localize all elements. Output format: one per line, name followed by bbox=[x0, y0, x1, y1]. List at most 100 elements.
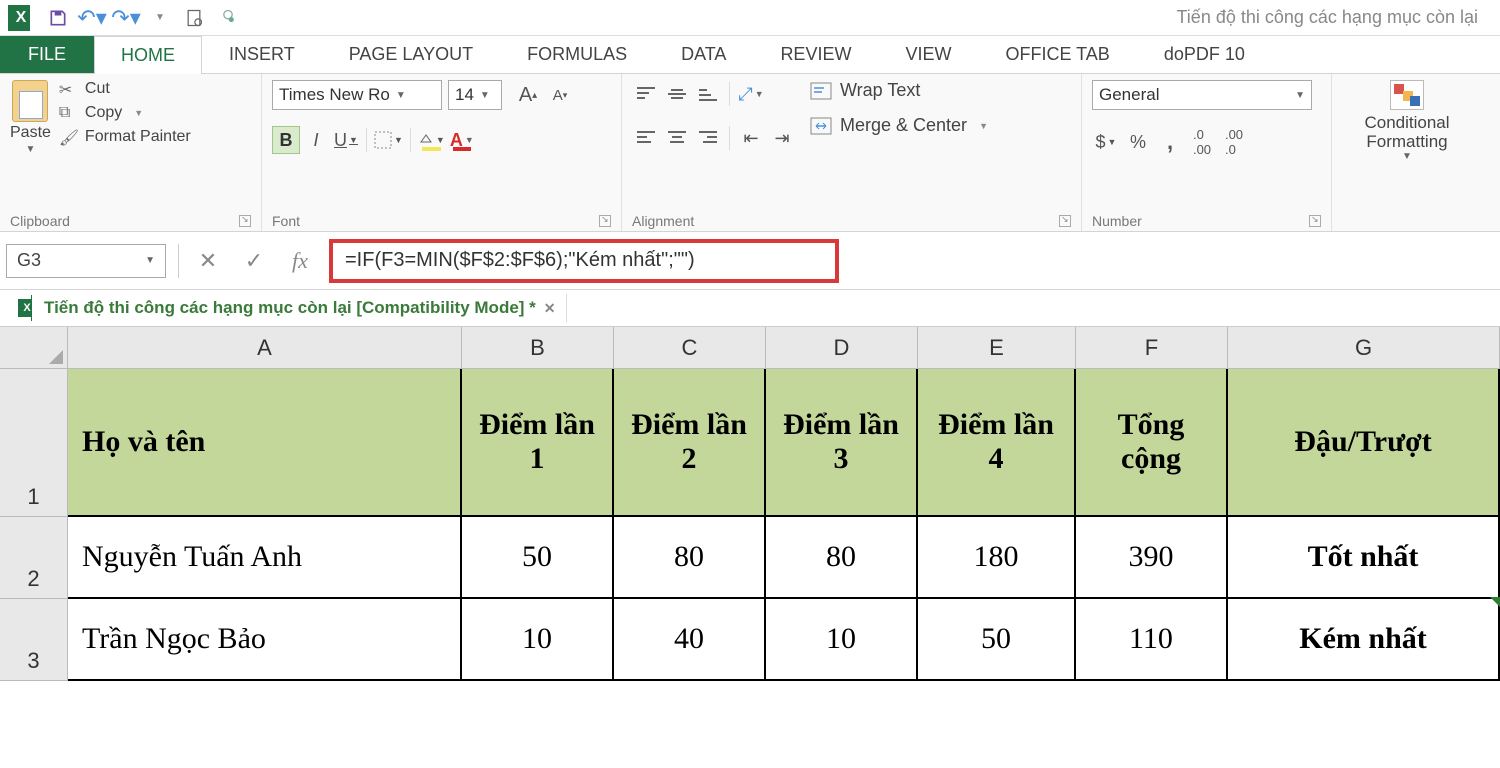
decrease-decimal-button[interactable]: .00.0 bbox=[1220, 128, 1248, 156]
save-icon[interactable] bbox=[48, 8, 68, 28]
cell-E1[interactable]: Điểm lần 4 bbox=[918, 369, 1076, 517]
cell-B1[interactable]: Điểm lần 1 bbox=[462, 369, 614, 517]
align-middle-button[interactable] bbox=[663, 80, 691, 108]
increase-indent-button[interactable]: ⇥ bbox=[768, 124, 796, 152]
format-painter-button[interactable]: 🖌Format Painter bbox=[59, 128, 191, 146]
number-dialog-launcher[interactable] bbox=[1309, 215, 1321, 227]
enter-formula-button[interactable]: ✓ bbox=[237, 244, 271, 278]
decrease-indent-button[interactable]: ⇤ bbox=[737, 124, 765, 152]
number-format-value: General bbox=[1099, 85, 1159, 105]
cell-D2[interactable]: 80 bbox=[766, 517, 918, 599]
merge-center-button[interactable]: Merge & Center▼ bbox=[810, 115, 988, 136]
cell-B2[interactable]: 50 bbox=[462, 517, 614, 599]
align-left-button[interactable] bbox=[632, 124, 660, 152]
col-header-G[interactable]: G bbox=[1228, 327, 1500, 369]
increase-font-button[interactable]: A▴ bbox=[514, 81, 542, 109]
row-header-1[interactable]: 1 bbox=[0, 369, 68, 517]
touch-mode-icon[interactable] bbox=[218, 8, 238, 28]
cell-E3[interactable]: 50 bbox=[918, 599, 1076, 681]
cell-F2[interactable]: 390 bbox=[1076, 517, 1228, 599]
clipboard-dialog-launcher[interactable] bbox=[239, 215, 251, 227]
tab-insert[interactable]: INSERT bbox=[202, 35, 322, 73]
formula-input[interactable]: =IF(F3=MIN($F$2:$F$6);"Kém nhất";"") bbox=[329, 239, 839, 283]
row-header-2[interactable]: 2 bbox=[0, 517, 68, 599]
bold-button[interactable]: B bbox=[272, 126, 300, 154]
tab-view[interactable]: VIEW bbox=[878, 35, 978, 73]
tab-dopdf[interactable]: doPDF 10 bbox=[1137, 35, 1272, 73]
workbook-tab-active[interactable]: X Tiến độ thi công các hạng mục còn lại … bbox=[8, 294, 567, 322]
col-header-F[interactable]: F bbox=[1076, 327, 1228, 369]
col-header-E[interactable]: E bbox=[918, 327, 1076, 369]
print-preview-icon[interactable] bbox=[184, 8, 204, 28]
tab-office-tab[interactable]: OFFICE TAB bbox=[978, 35, 1136, 73]
cell-C1[interactable]: Điểm lần 2 bbox=[614, 369, 766, 517]
name-box-value: G3 bbox=[17, 250, 41, 271]
cell-G1[interactable]: Đậu/Trượt bbox=[1228, 369, 1500, 517]
copy-button[interactable]: ⧉Copy▼ bbox=[59, 104, 191, 122]
align-center-button[interactable] bbox=[663, 124, 691, 152]
italic-button[interactable]: I bbox=[302, 126, 330, 154]
orientation-button[interactable]: ⤢▼ bbox=[737, 80, 765, 108]
underline-button[interactable]: U▼ bbox=[332, 126, 360, 154]
cell-C2[interactable]: 80 bbox=[614, 517, 766, 599]
borders-button[interactable]: ▼ bbox=[373, 126, 404, 154]
cell-A1[interactable]: Họ và tên bbox=[68, 369, 462, 517]
tab-formulas[interactable]: FORMULAS bbox=[500, 35, 654, 73]
cancel-formula-button[interactable]: ✕ bbox=[191, 244, 225, 278]
alignment-dialog-launcher[interactable] bbox=[1059, 215, 1071, 227]
cell-A3[interactable]: Trần Ngọc Bảo bbox=[68, 599, 462, 681]
group-font: Times New Ro▼ 14▼ A▴ A▾ B I U▼ ▼ ▼ A▼ Fo… bbox=[262, 74, 622, 231]
paste-button[interactable]: Paste ▼ bbox=[10, 80, 51, 155]
name-box[interactable]: G3▼ bbox=[6, 244, 166, 278]
select-all-corner[interactable] bbox=[0, 327, 68, 369]
cell-B3[interactable]: 10 bbox=[462, 599, 614, 681]
percent-button[interactable]: % bbox=[1124, 128, 1152, 156]
formula-text: =IF(F3=MIN($F$2:$F$6);"Kém nhất";"") bbox=[345, 249, 695, 272]
wrap-text-button[interactable]: Wrap Text bbox=[810, 80, 988, 101]
cell-F1[interactable]: Tổng cộng bbox=[1076, 369, 1228, 517]
undo-icon[interactable]: ↶▾ bbox=[82, 8, 102, 28]
fill-color-button[interactable]: ▼ bbox=[417, 126, 446, 154]
increase-decimal-button[interactable]: .0.00 bbox=[1188, 128, 1216, 156]
cell-A2[interactable]: Nguyễn Tuấn Anh bbox=[68, 517, 462, 599]
font-dialog-launcher[interactable] bbox=[599, 215, 611, 227]
redo-icon[interactable]: ↷▾ bbox=[116, 8, 136, 28]
tab-home[interactable]: HOME bbox=[94, 36, 202, 74]
cell-F3[interactable]: 110 bbox=[1076, 599, 1228, 681]
conditional-formatting-label: Conditional Formatting bbox=[1348, 114, 1466, 151]
tab-file[interactable]: FILE bbox=[0, 36, 94, 73]
qat-dropdown-icon[interactable]: ▼ bbox=[150, 8, 170, 28]
cell-E2[interactable]: 180 bbox=[918, 517, 1076, 599]
brush-icon: 🖌 bbox=[59, 128, 77, 146]
close-tab-icon[interactable]: ✕ bbox=[544, 300, 556, 317]
tab-data[interactable]: DATA bbox=[654, 35, 753, 73]
formula-bar: G3▼ ✕ ✓ fx =IF(F3=MIN($F$2:$F$6);"Kém nh… bbox=[0, 232, 1500, 290]
alignment-group-label: Alignment bbox=[632, 213, 694, 229]
col-header-B[interactable]: B bbox=[462, 327, 614, 369]
row-header-3[interactable]: 3 bbox=[0, 599, 68, 681]
cell-C3[interactable]: 40 bbox=[614, 599, 766, 681]
align-bottom-button[interactable] bbox=[694, 80, 722, 108]
number-format-combo[interactable]: General▼ bbox=[1092, 80, 1312, 110]
cell-D1[interactable]: Điểm lần 3 bbox=[766, 369, 918, 517]
conditional-formatting-button[interactable]: Conditional Formatting ▼ bbox=[1342, 80, 1472, 162]
cut-button[interactable]: ✂Cut bbox=[59, 80, 191, 98]
col-header-C[interactable]: C bbox=[614, 327, 766, 369]
fx-button[interactable]: fx bbox=[283, 244, 317, 278]
col-header-D[interactable]: D bbox=[766, 327, 918, 369]
font-size-combo[interactable]: 14▼ bbox=[448, 80, 502, 110]
currency-button[interactable]: $▼ bbox=[1092, 128, 1120, 156]
font-group-label: Font bbox=[272, 213, 300, 229]
cell-D3[interactable]: 10 bbox=[766, 599, 918, 681]
tab-page-layout[interactable]: PAGE LAYOUT bbox=[322, 35, 500, 73]
align-right-button[interactable] bbox=[694, 124, 722, 152]
cell-G2[interactable]: Tốt nhất bbox=[1228, 517, 1500, 599]
align-top-button[interactable] bbox=[632, 80, 660, 108]
col-header-A[interactable]: A bbox=[68, 327, 462, 369]
decrease-font-button[interactable]: A▾ bbox=[546, 81, 574, 109]
comma-button[interactable]: , bbox=[1156, 128, 1184, 156]
font-color-button[interactable]: A▼ bbox=[448, 126, 476, 154]
font-name-combo[interactable]: Times New Ro▼ bbox=[272, 80, 442, 110]
cell-G3[interactable]: Kém nhất bbox=[1228, 599, 1500, 681]
tab-review[interactable]: REVIEW bbox=[753, 35, 878, 73]
